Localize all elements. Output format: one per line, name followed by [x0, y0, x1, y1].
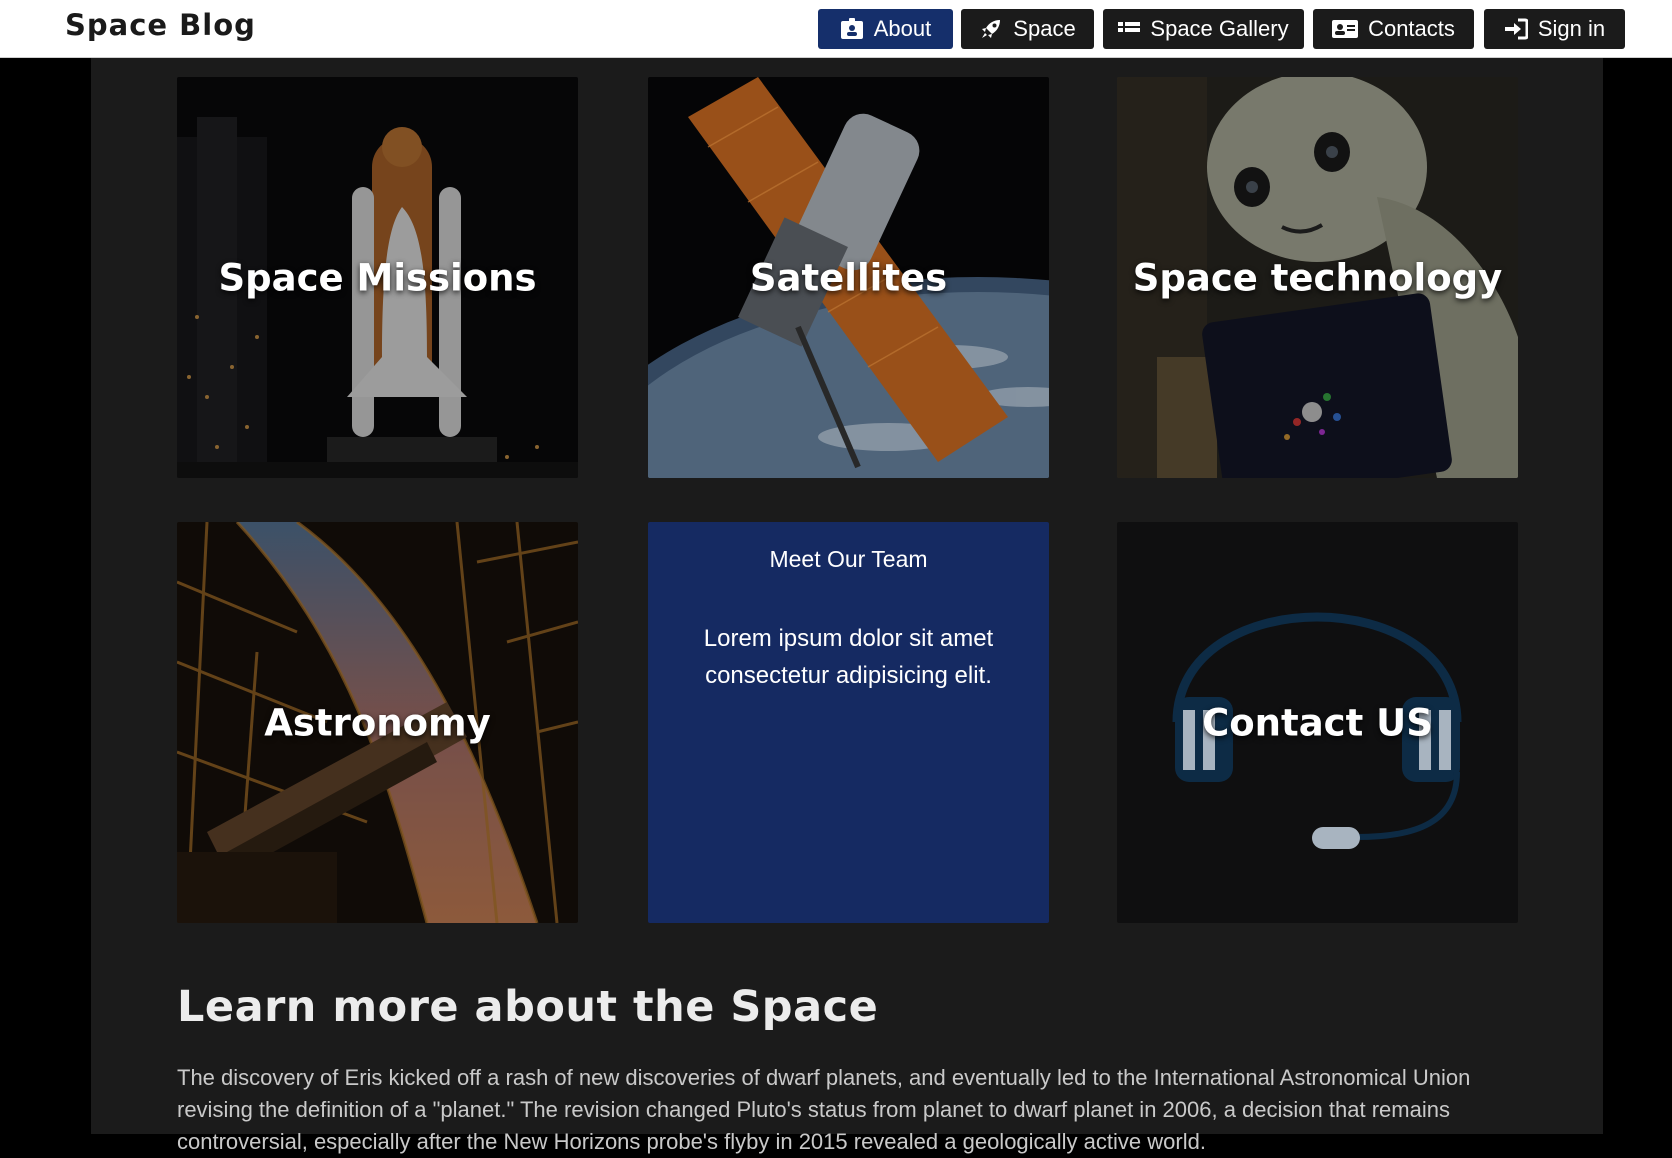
card-meet-our-team[interactable]: Meet Our Team Lorem ipsum dolor sit amet…	[648, 522, 1049, 923]
card-title-space-technology: Space technology	[1132, 256, 1503, 299]
nav-signin-button[interactable]: Sign in	[1484, 9, 1625, 49]
sign-in-icon	[1504, 18, 1528, 40]
nav-gallery-label: Space Gallery	[1150, 16, 1289, 41]
nav-contacts-button[interactable]: Contacts	[1313, 9, 1474, 49]
card-contact-us[interactable]: Contact US	[1117, 522, 1518, 923]
card-space-technology[interactable]: Space technology	[1117, 77, 1518, 478]
gallery-icon	[1118, 22, 1141, 32]
brand-logo[interactable]: Space Blog	[65, 8, 256, 42]
card-space-missions[interactable]: Space Missions	[177, 77, 578, 478]
nav-contacts-label: Contacts	[1368, 16, 1455, 41]
id-badge-icon	[840, 18, 863, 39]
card-title-satellites: Satellites	[749, 256, 948, 299]
top-navbar: Space Blog About Space Space Gallery Con…	[0, 0, 1672, 58]
nav-about-button[interactable]: About	[818, 9, 953, 49]
section-paragraph: The discovery of Eris kicked off a rash …	[177, 1065, 1471, 1154]
nav-signin-label: Sign in	[1537, 16, 1606, 41]
nav-about-label: About	[873, 16, 932, 41]
rocket-icon	[982, 20, 1001, 38]
address-card-icon	[1332, 20, 1359, 38]
nav-gallery-button[interactable]: Space Gallery	[1103, 9, 1304, 49]
card-title-space-missions: Space Missions	[218, 256, 537, 299]
card-astronomy[interactable]: Astronomy	[177, 522, 578, 923]
nav-space-button[interactable]: Space	[961, 9, 1094, 49]
card-satellites[interactable]: Satellites	[648, 77, 1049, 478]
card-title-contact-us: Contact US	[1202, 701, 1433, 744]
team-heading: Meet Our Team	[769, 546, 928, 572]
team-description: Lorem ipsum dolor sit amet consectetur a…	[703, 625, 994, 689]
section-title: Learn more about the Space	[177, 982, 879, 1032]
card-title-astronomy: Astronomy	[264, 701, 491, 744]
nav-space-label: Space	[1013, 16, 1076, 41]
main-content: Space Missions Satellites Space technolo…	[91, 58, 1603, 1154]
